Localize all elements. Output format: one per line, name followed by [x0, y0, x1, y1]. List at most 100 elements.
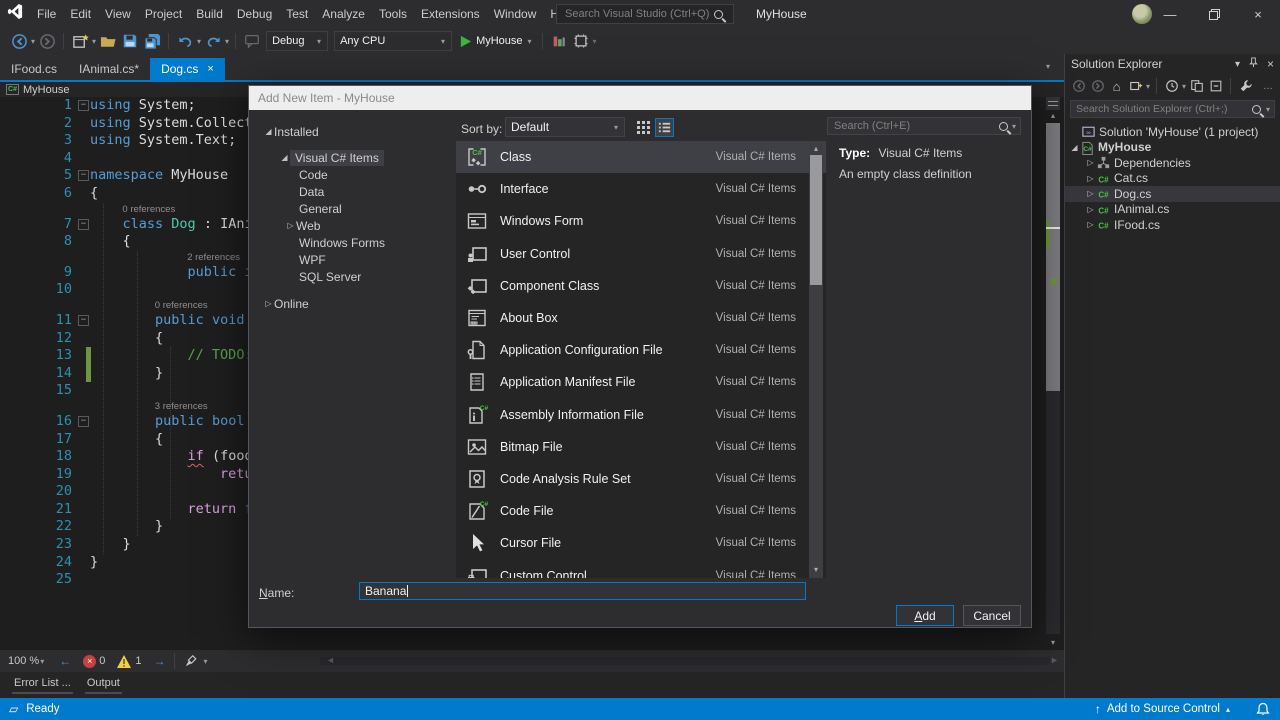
platform-dropdown[interactable]: Any CPU▾ — [334, 31, 452, 51]
menu-build[interactable]: Build — [189, 0, 230, 28]
scrollbar-thumb[interactable] — [1046, 123, 1060, 391]
solution-search-box[interactable]: ▾ — [1070, 100, 1275, 118]
template-item-application-configuration-file[interactable]: Application Configuration FileVisual C# … — [456, 334, 826, 366]
menu-file[interactable]: File — [30, 0, 63, 28]
collapsed-expander-icon[interactable]: ▷ — [1085, 158, 1096, 167]
template-item-custom-control[interactable]: Custom ControlVisual C# Items — [456, 559, 826, 578]
pin-icon[interactable] — [1248, 57, 1259, 71]
line-number[interactable]: 24 — [0, 554, 72, 572]
split-window-handle[interactable] — [1046, 97, 1060, 110]
quick-search-input[interactable] — [557, 8, 714, 20]
template-item-about-box[interactable]: v 1.0About BoxVisual C# Items — [456, 302, 826, 334]
zoom-level[interactable]: 100 % — [8, 655, 39, 667]
line-number[interactable]: 14 — [0, 365, 72, 383]
template-item-class[interactable]: C#ClassVisual C# Items — [456, 141, 826, 173]
menu-extensions[interactable]: Extensions — [414, 0, 487, 28]
toolbar-overflow-icon[interactable]: … — [1263, 81, 1273, 92]
run-dropdown-icon[interactable]: ▾ — [528, 37, 532, 46]
warning-count[interactable]: 1 — [135, 655, 141, 667]
source-control-dropdown-icon[interactable]: ▴ — [1226, 705, 1230, 714]
template-item-bitmap-file[interactable]: Bitmap FileVisual C# Items — [456, 431, 826, 463]
line-number[interactable]: 19 — [0, 466, 72, 484]
open-folder-icon[interactable] — [99, 32, 117, 50]
collapsed-expander-icon[interactable]: ▷ — [285, 221, 296, 230]
close-tab-icon[interactable]: × — [207, 63, 213, 75]
solution-search-input[interactable] — [1071, 103, 1252, 115]
properties-wrench-icon[interactable] — [1237, 78, 1254, 95]
forward-icon[interactable] — [1089, 78, 1106, 95]
line-number[interactable]: 20 — [0, 483, 72, 501]
background-tasks-icon[interactable]: ▱ — [9, 702, 18, 716]
line-number[interactable]: 22 — [0, 518, 72, 536]
template-item-assembly-information-file[interactable]: C#Assembly Information FileVisual C# Ite… — [456, 399, 826, 431]
template-item-cursor-file[interactable]: Cursor FileVisual C# Items — [456, 527, 826, 559]
tree-item-ifood-cs[interactable]: ▷C#IFood.cs — [1065, 217, 1280, 233]
expanded-expander-icon[interactable]: ◢ — [1069, 143, 1080, 152]
list-view-icon[interactable] — [655, 118, 674, 137]
navigate-back-icon[interactable] — [10, 32, 28, 50]
configuration-dropdown[interactable]: Debug▾ — [266, 31, 328, 51]
template-item-user-control[interactable]: User ControlVisual C# Items — [456, 238, 826, 270]
switch-views-dropdown-icon[interactable]: ▾ — [1146, 82, 1150, 91]
line-number[interactable]: 15 — [0, 382, 72, 400]
line-number[interactable]: 23 — [0, 536, 72, 554]
collapsed-expander-icon[interactable]: ▷ — [1085, 174, 1096, 183]
scroll-down-icon[interactable]: ▾ — [809, 564, 823, 576]
redo-icon[interactable] — [204, 32, 222, 50]
template-item-application-manifest-file[interactable]: Application Manifest FileVisual C# Items — [456, 366, 826, 398]
fold-marker-icon[interactable]: − — [78, 100, 89, 111]
line-number[interactable]: 17 — [0, 431, 72, 449]
cancel-button[interactable]: Cancel — [963, 605, 1021, 626]
search-dropdown-icon[interactable]: ▾ — [1012, 122, 1016, 131]
line-number[interactable]: 11 — [0, 312, 72, 330]
add-to-source-control-button[interactable]: Add to Source Control — [1107, 703, 1220, 715]
start-debugging-button[interactable]: MyHouse ▾ — [459, 35, 532, 48]
undo-dropdown-icon[interactable]: ▾ — [197, 37, 201, 46]
clear-dropdown-icon[interactable]: ▾ — [203, 657, 207, 666]
category-installed[interactable]: ◢Installed — [249, 123, 456, 140]
line-number[interactable]: 4 — [0, 150, 72, 168]
next-issue-icon[interactable]: → — [153, 654, 165, 668]
menu-tools[interactable]: Tools — [372, 0, 414, 28]
tree-item-dog-cs[interactable]: ▷C#Dog.cs — [1065, 186, 1280, 202]
menu-test[interactable]: Test — [279, 0, 315, 28]
add-button[interactable]: Add — [896, 605, 954, 626]
collapsed-expander-icon[interactable]: ▷ — [1085, 189, 1096, 198]
category-wpf[interactable]: WPF — [249, 251, 456, 268]
tab-ianimal-cs[interactable]: IAnimal.cs* — [68, 58, 150, 80]
scrollbar-thumb[interactable] — [810, 155, 822, 285]
tree-item-ianimal-cs[interactable]: ▷C#IAnimal.cs — [1065, 202, 1280, 218]
comment-icon[interactable] — [243, 32, 261, 50]
breadcrumb-project[interactable]: MyHouse — [23, 84, 69, 96]
expanded-expander-icon[interactable]: ◢ — [263, 127, 274, 136]
selection-tool-icon[interactable] — [572, 32, 590, 50]
collapse-all-icon[interactable] — [1207, 78, 1224, 95]
line-number[interactable]: 5 — [0, 167, 72, 185]
line-number[interactable]: 16 — [0, 413, 72, 431]
panel-dropdown-icon[interactable]: ▾ — [1235, 59, 1240, 70]
line-number[interactable]: 2 — [0, 115, 72, 133]
tree-item-dependencies[interactable]: ▷Dependencies — [1065, 155, 1280, 171]
sort-by-dropdown[interactable]: Default▾ — [505, 117, 625, 137]
menu-debug[interactable]: Debug — [230, 0, 279, 28]
menu-view[interactable]: View — [98, 0, 138, 28]
switch-views-icon[interactable] — [1127, 78, 1144, 95]
line-number[interactable]: 12 — [0, 330, 72, 348]
category-visual-c-items[interactable]: ◢Visual C# Items — [249, 149, 456, 166]
sync-with-active-document-icon[interactable] — [1188, 78, 1205, 95]
line-number[interactable]: 1 — [0, 97, 72, 115]
collapsed-expander-icon[interactable]: ▷ — [263, 299, 274, 308]
scroll-left-icon[interactable]: ◄ — [326, 655, 335, 665]
quick-search-box[interactable] — [556, 4, 734, 24]
pending-changes-filter-icon[interactable] — [1163, 78, 1180, 95]
tab-list-dropdown-icon[interactable]: ▾ — [1046, 62, 1050, 71]
template-list-scrollbar[interactable]: ▴ ▾ — [809, 141, 823, 578]
line-number[interactable]: 18 — [0, 448, 72, 466]
minimize-button[interactable]: — — [1148, 0, 1192, 28]
tab-output[interactable]: Output — [85, 677, 122, 694]
scroll-up-icon[interactable]: ▴ — [809, 143, 823, 155]
close-panel-icon[interactable]: × — [1267, 57, 1274, 71]
template-item-code-analysis-rule-set[interactable]: Code Analysis Rule SetVisual C# Items — [456, 463, 826, 495]
category-windows-forms[interactable]: Windows Forms — [249, 234, 456, 251]
new-project-dropdown-icon[interactable]: ▾ — [92, 37, 96, 46]
